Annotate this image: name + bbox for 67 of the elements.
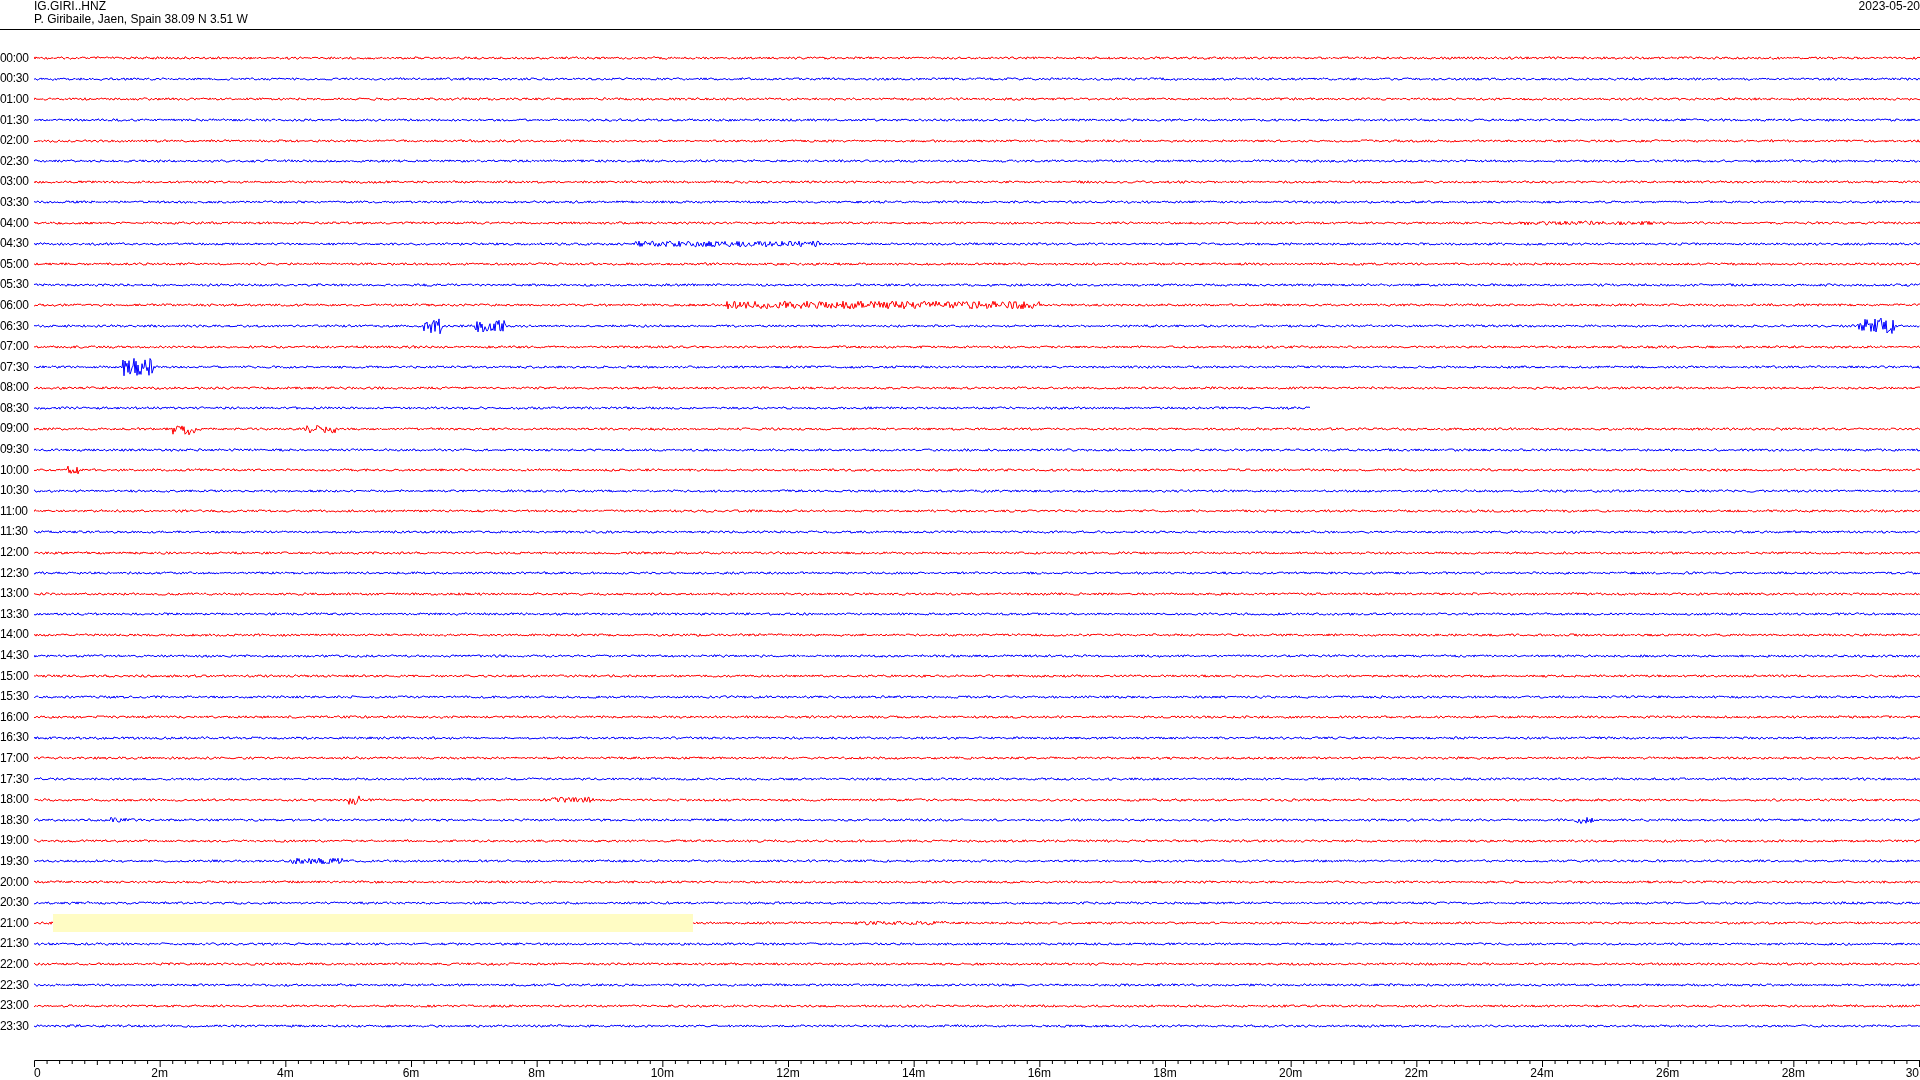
time-label: 22:00 — [0, 957, 30, 971]
axis-tick-label: 4m — [277, 1065, 294, 1080]
time-label: 02:30 — [0, 154, 30, 168]
time-label: 14:00 — [0, 628, 30, 642]
axis-tick-label: 10m — [650, 1065, 674, 1080]
axis-tick-label: 26m — [1656, 1065, 1680, 1080]
time-label: 10:00 — [0, 463, 30, 477]
time-label: 13:30 — [0, 607, 30, 621]
time-label: 09:00 — [0, 422, 30, 436]
time-label: 15:00 — [0, 669, 30, 683]
axis-tick-label: 20m — [1279, 1065, 1303, 1080]
station-code: IG.GIRI..HNZ — [34, 0, 107, 13]
time-label: 04:30 — [0, 237, 30, 251]
axis-tick-label: 0 — [34, 1065, 41, 1080]
station-location: P. Giribaile, Jaen, Spain 38.09 N 3.51 W — [34, 13, 248, 26]
time-label: 05:00 — [0, 257, 30, 271]
axis-tick-label: 14m — [902, 1065, 926, 1080]
time-label: 03:30 — [0, 195, 30, 209]
record-date: 2023-05-20 — [1858, 0, 1920, 15]
time-label: 15:30 — [0, 690, 30, 704]
time-label: 01:30 — [0, 113, 30, 127]
time-label: 22:30 — [0, 978, 30, 992]
time-label: 19:00 — [0, 834, 30, 848]
axis-tick-label: 30 — [1905, 1065, 1919, 1080]
time-label: 00:00 — [0, 51, 30, 65]
time-label: 06:30 — [0, 319, 30, 333]
time-label: 00:30 — [0, 72, 30, 86]
time-label: 23:30 — [0, 1019, 30, 1033]
time-label: 18:00 — [0, 793, 30, 807]
time-label: 11:30 — [0, 525, 29, 539]
time-label: 09:30 — [0, 443, 30, 457]
time-label: 14:30 — [0, 649, 30, 662]
time-label: 20:00 — [0, 875, 30, 889]
axis-tick-label: 12m — [776, 1065, 800, 1080]
axis-tick-label: 8m — [528, 1065, 545, 1080]
time-label: 08:30 — [0, 401, 30, 415]
axis-tick-label: 16m — [1027, 1065, 1051, 1080]
axis-tick-label: 2m — [151, 1065, 168, 1080]
time-label: 02:00 — [0, 134, 30, 148]
axis-tick-label: 28m — [1781, 1065, 1805, 1080]
time-label: 19:30 — [0, 854, 30, 868]
axis-tick-label: 18m — [1153, 1065, 1177, 1080]
time-label: 21:00 — [0, 916, 30, 930]
time-label: 13:00 — [0, 587, 30, 601]
axis-tick-label: 6m — [402, 1065, 420, 1080]
axis-tick-label: 22m — [1404, 1065, 1428, 1080]
time-label: 11:00 — [0, 504, 29, 518]
time-label: 06:00 — [0, 298, 30, 312]
time-label: 16:00 — [0, 710, 30, 724]
time-label: 08:00 — [0, 381, 30, 395]
time-label: 03:00 — [0, 175, 30, 189]
time-label: 17:00 — [0, 752, 30, 765]
time-label: 16:30 — [0, 731, 30, 745]
time-label: 21:30 — [0, 937, 30, 951]
time-label: 01:00 — [0, 93, 30, 106]
time-label: 04:00 — [0, 216, 30, 230]
axis-tick-label: 24m — [1530, 1065, 1554, 1080]
time-label: 12:30 — [0, 566, 30, 580]
time-label: 18:30 — [0, 813, 30, 827]
time-label: 07:00 — [0, 340, 30, 354]
time-label: 10:30 — [0, 484, 30, 498]
time-label: 07:30 — [0, 360, 30, 374]
time-label: 17:30 — [0, 772, 30, 786]
time-label: 05:30 — [0, 278, 30, 292]
time-label: 12:00 — [0, 546, 30, 560]
time-label: 23:00 — [0, 999, 30, 1013]
time-label: 20:30 — [0, 896, 30, 910]
